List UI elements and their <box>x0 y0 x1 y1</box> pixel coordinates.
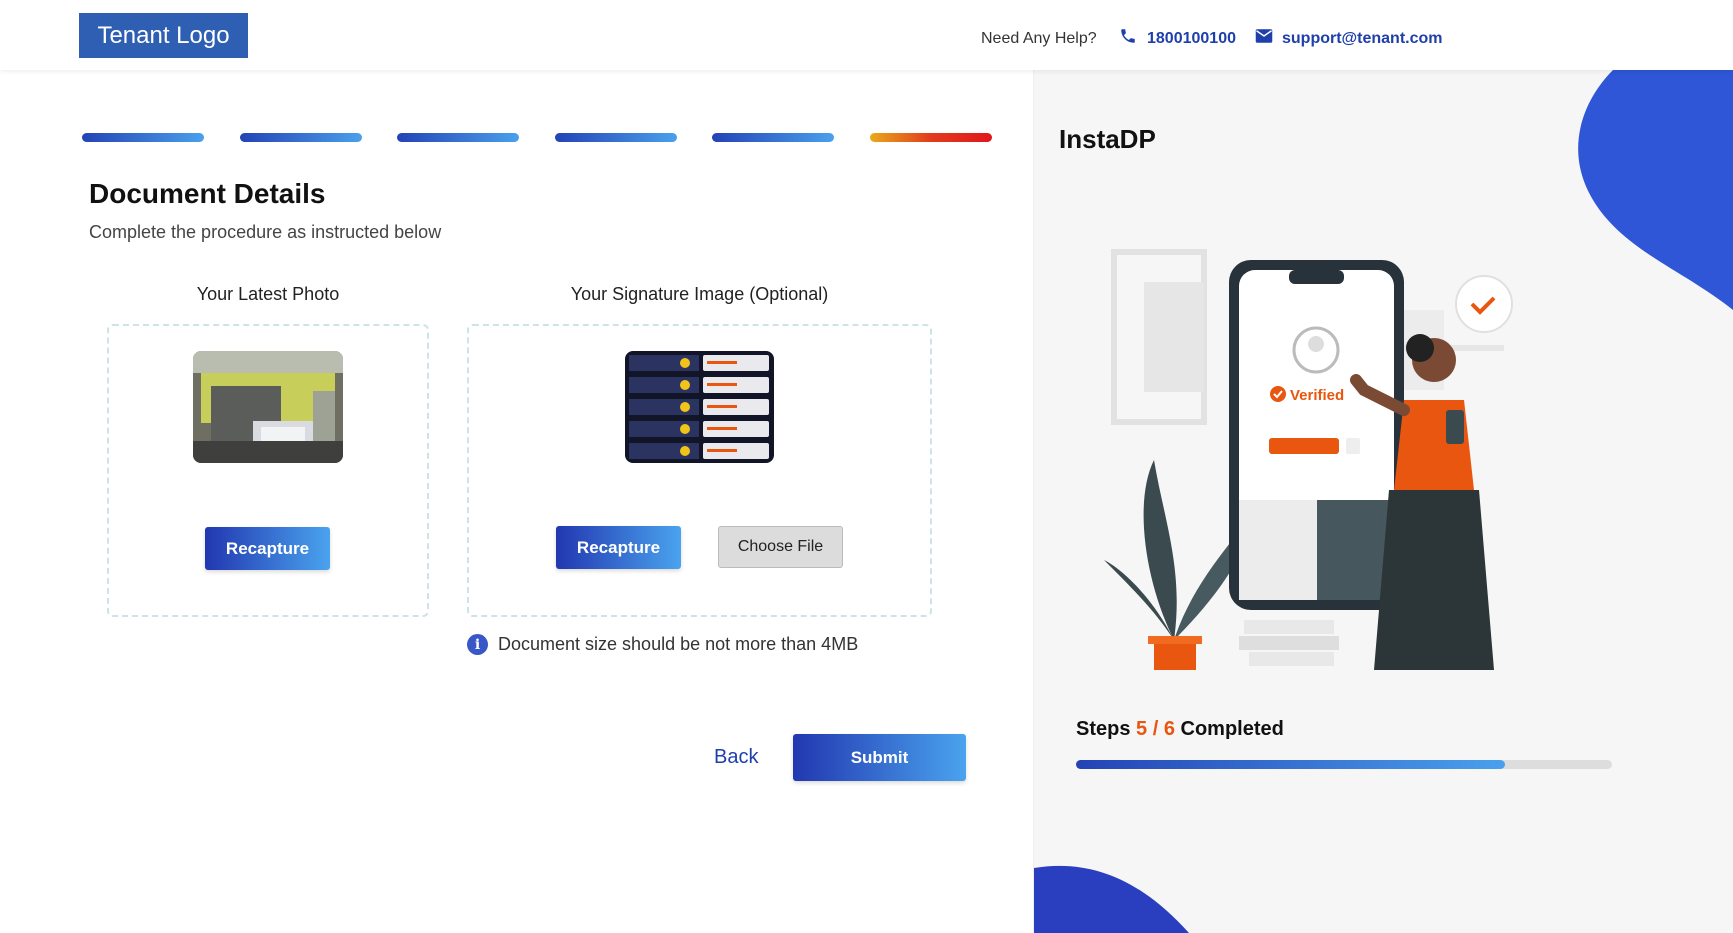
app-name: InstaDP <box>1059 124 1156 154</box>
info-icon: i <box>467 634 488 655</box>
photo-label: Your Latest Photo <box>196 284 340 304</box>
signature-recapture-button[interactable]: Recapture <box>556 526 681 569</box>
step-bar-4 <box>555 133 677 142</box>
decor-blob-top <box>1578 70 1733 310</box>
steps-value: 5 / 6 <box>1136 718 1175 740</box>
choose-file-button[interactable]: Choose File <box>718 526 843 568</box>
verification-illustration: Verified <box>1104 249 1513 670</box>
signature-label: Your Signature Image (Optional) <box>570 284 829 304</box>
file-size-note: i Document size should be not more than … <box>467 634 858 655</box>
verified-text: Verified <box>1290 387 1344 404</box>
steps-progress-fill <box>1076 760 1505 769</box>
photo-preview <box>193 351 343 463</box>
mail-icon <box>1255 29 1273 43</box>
page-subtitle: Complete the procedure as instructed bel… <box>89 222 442 242</box>
phone-icon <box>1121 29 1135 43</box>
steps-suffix: Completed <box>1180 718 1284 740</box>
step-bar-5 <box>712 133 834 142</box>
photo-recapture-button[interactable]: Recapture <box>205 527 330 570</box>
step-bar-6 <box>870 133 992 142</box>
signature-preview <box>625 351 774 463</box>
submit-button[interactable]: Submit <box>793 734 966 781</box>
step-bar-2 <box>240 133 362 142</box>
top-header: Tenant Logo Need Any Help? 1800100100 su… <box>0 0 1733 70</box>
help-text: Need Any Help? <box>981 30 1097 47</box>
step-bar-3 <box>397 133 519 142</box>
step-bar-1 <box>82 133 204 142</box>
page-title: Document Details <box>89 178 326 209</box>
steps-progress-bar <box>1076 760 1612 769</box>
steps-completed-text: Steps 5 / 6 Completed <box>1076 718 1284 741</box>
phone-link[interactable]: 1800100100 <box>1147 30 1236 48</box>
file-size-note-text: Document size should be not more than 4M… <box>498 634 859 654</box>
step-indicator <box>82 133 992 143</box>
tenant-logo: Tenant Logo <box>79 13 248 58</box>
steps-prefix: Steps <box>1076 718 1131 740</box>
back-link[interactable]: Back <box>714 746 758 769</box>
decor-blob-bottom <box>1034 865 1189 933</box>
email-link[interactable]: support@tenant.com <box>1282 30 1443 48</box>
side-panel: InstaDP Verified Steps 5 / 6 Completed <box>1033 70 1733 933</box>
